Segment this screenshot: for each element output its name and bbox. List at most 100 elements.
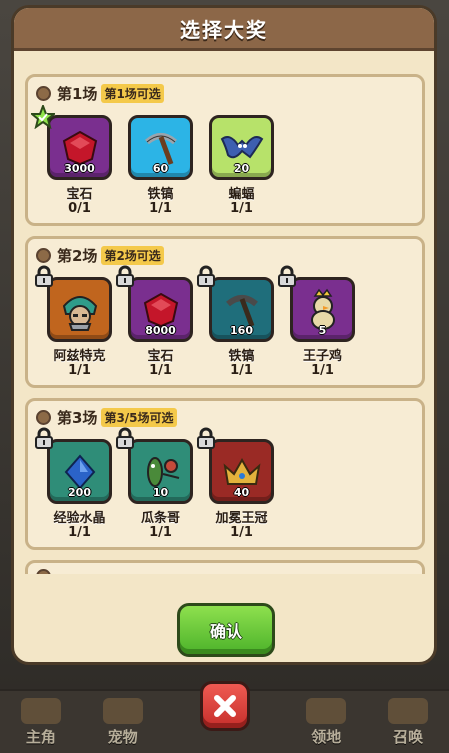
prize-count: 1/1	[149, 201, 172, 216]
section-name: 第2场	[57, 247, 98, 265]
prize-name: 铁镐	[228, 349, 255, 364]
confirm-button[interactable]: 确认	[177, 603, 275, 657]
dialog-title: 选择大奖	[180, 17, 268, 42]
prize-quantity: 8000	[145, 324, 176, 337]
prize-name: 经验水晶	[53, 511, 106, 526]
bat-icon	[220, 135, 263, 158]
prize-tile: 3000	[47, 115, 112, 180]
nav-pets[interactable]: 宠物	[83, 693, 163, 753]
section-subtitle: 第2场可选	[101, 246, 164, 265]
prize-count: 1/1	[230, 201, 253, 216]
lock-icon	[35, 427, 53, 449]
confirm-label: 确认	[209, 622, 242, 641]
prize-tile	[47, 277, 112, 342]
ruby-gem-icon	[143, 292, 178, 327]
lock-icon	[197, 427, 215, 449]
prize-name: 瓜条哥	[140, 511, 180, 526]
dialog-header: 选择大奖	[14, 8, 434, 51]
exp-crystal-icon	[64, 453, 95, 490]
prize-name: 蝙蝠	[228, 187, 255, 202]
prize-tile: 160	[209, 277, 274, 342]
castle-icon	[306, 698, 347, 724]
section-header	[36, 569, 57, 574]
prize-quantity: 200	[68, 486, 91, 499]
prize-item[interactable]: 40 加冕王冠 1/1	[197, 427, 282, 540]
prize-count: 1/1	[149, 525, 172, 540]
section-header: 第3场 第3/5场可选	[36, 407, 177, 428]
prize-quantity: 20	[233, 162, 250, 175]
prize-quantity: 60	[152, 162, 169, 175]
summon-icon	[388, 698, 429, 724]
prize-quantity: 3000	[64, 162, 95, 175]
prize-name: 铁镐	[147, 187, 174, 202]
prize-tile: 60	[128, 115, 193, 180]
prize-item[interactable]: 200 经验水晶 1/1	[35, 427, 120, 540]
close-button[interactable]	[200, 681, 250, 731]
nav-label: 召唤	[393, 728, 424, 746]
prize-item[interactable]: 3000 宝石 0/1	[31, 105, 120, 216]
prize-count: 1/1	[68, 525, 91, 540]
lock-icon	[35, 265, 53, 287]
prize-item[interactable]: 60 铁镐 1/1	[120, 115, 201, 215]
prize-item[interactable]: 10 瓜条哥 1/1	[116, 427, 201, 540]
grand-prize-dialog: 选择大奖 第1场 第1场可选 3000 宝石 0/1 60 铁镐 1/1 20 …	[11, 5, 437, 665]
prize-tile: 10	[128, 439, 193, 504]
aztec-warrior-icon	[62, 295, 97, 331]
crown-icon	[20, 698, 61, 724]
lock-icon	[116, 427, 134, 449]
section-name: 第3场	[57, 409, 98, 427]
nav-territory[interactable]: 领地	[286, 693, 366, 753]
close-icon	[214, 695, 236, 717]
round-section-4	[25, 560, 425, 574]
prize-count: 1/1	[68, 363, 91, 378]
prize-quantity: 40	[233, 486, 250, 499]
nav-hero[interactable]: 主角	[1, 693, 81, 753]
prize-item[interactable]: 20 蝙蝠 1/1	[201, 115, 282, 215]
section-name: 第1场	[57, 85, 98, 103]
prize-quantity: 10	[152, 486, 169, 499]
prize-quantity: 160	[230, 324, 253, 337]
lock-icon	[278, 265, 296, 287]
lock-icon	[197, 265, 215, 287]
section-header: 第2场 第2场可选	[36, 245, 164, 266]
ruby-gem-icon	[62, 130, 97, 165]
prize-tile: 8000	[128, 277, 193, 342]
section-subtitle: 第3/5场可选	[101, 408, 177, 427]
prize-count: 1/1	[311, 363, 334, 378]
section-header: 第1场 第1场可选	[36, 83, 164, 104]
prize-tile: 200	[47, 439, 112, 504]
prize-list[interactable]: 第1场 第1场可选 3000 宝石 0/1 60 铁镐 1/1 20 蝙蝠 1/…	[25, 74, 425, 574]
nav-label: 宠物	[107, 728, 138, 746]
crown-icon	[223, 457, 260, 485]
prize-count: 0/1	[68, 201, 91, 216]
prize-name: 阿兹特克	[53, 349, 106, 364]
prize-tile: 20	[209, 115, 274, 180]
prize-item[interactable]: 5 王子鸡 1/1	[278, 265, 363, 378]
nav-label: 领地	[311, 728, 342, 746]
prize-tile: 5	[290, 277, 355, 342]
nav-label: 主角	[25, 728, 56, 746]
prize-item[interactable]: 160 铁镐 1/1	[197, 265, 282, 378]
section-subtitle: 第1场可选	[101, 84, 164, 103]
bullet-icon	[36, 410, 51, 425]
bullet-icon	[36, 248, 51, 263]
prize-name: 王子鸡	[302, 349, 342, 364]
prize-name: 宝石	[66, 187, 93, 202]
bullet-icon	[36, 569, 51, 574]
prize-count: 1/1	[230, 363, 253, 378]
round-section-3: 第3场 第3/5场可选 200 经验水晶 1/1 10 瓜条哥 1/1 40 加…	[25, 398, 425, 550]
prize-item[interactable]: 阿兹特克 1/1	[35, 265, 120, 378]
round-section-2: 第2场 第2场可选 阿兹特克 1/1 8000 宝石 1/1 160 铁镐 1/…	[25, 236, 425, 388]
prize-quantity: 5	[318, 324, 327, 337]
bullet-icon	[36, 86, 51, 101]
prize-tile: 40	[209, 439, 274, 504]
nav-summon[interactable]: 召唤	[368, 693, 448, 753]
prize-name: 加冕王冠	[215, 511, 268, 526]
pet-icon	[102, 698, 143, 724]
selected-star-icon	[31, 105, 55, 129]
prize-name: 宝石	[147, 349, 174, 364]
prize-count: 1/1	[149, 363, 172, 378]
prize-item[interactable]: 8000 宝石 1/1	[116, 265, 201, 378]
prize-count: 1/1	[230, 525, 253, 540]
round-section-1: 第1场 第1场可选 3000 宝石 0/1 60 铁镐 1/1 20 蝙蝠 1/…	[25, 74, 425, 226]
